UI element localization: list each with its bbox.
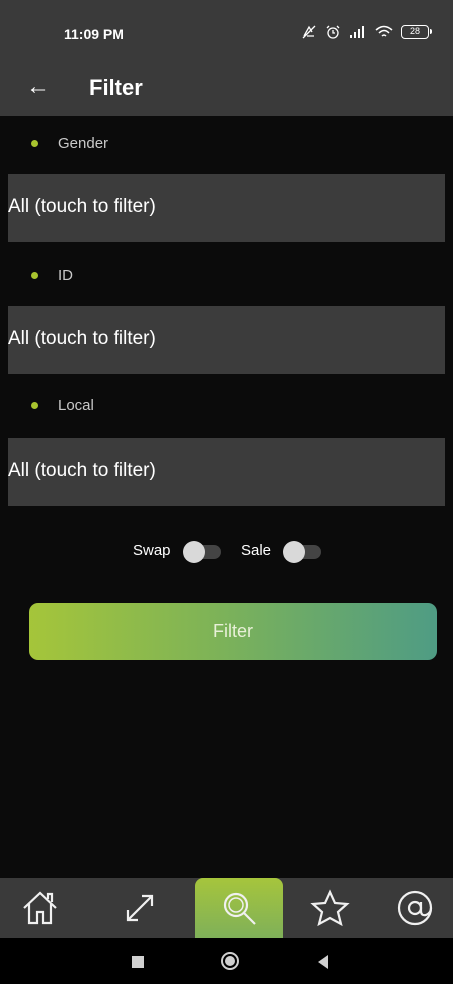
back-button[interactable] (318, 955, 328, 969)
sale-toggle-label: Sale (241, 542, 272, 559)
status-icons: 28 (301, 24, 432, 40)
gender-filter-field[interactable]: All (touch to filter) (8, 174, 445, 242)
nav-favorites[interactable] (290, 878, 370, 938)
swap-toggle-label: Swap (133, 542, 171, 559)
app-bar: ← Filter (0, 64, 453, 116)
page-title: Filter (89, 75, 143, 100)
wifi-icon (375, 25, 393, 37)
home-icon (23, 891, 57, 925)
search-icon (223, 892, 256, 925)
home-button[interactable] (221, 952, 239, 970)
battery-level: 28 (409, 26, 420, 36)
toggle-row: Swap Sale (0, 536, 453, 566)
battery-icon: 28 (401, 25, 432, 39)
toggle-knob (183, 541, 205, 563)
alarm-icon (326, 25, 340, 39)
status-bar: 11:09 PM 28 (0, 0, 453, 64)
recents-button[interactable] (132, 956, 144, 968)
bullet-dot (31, 272, 38, 279)
expand-arrows-icon (126, 894, 154, 922)
nav-home[interactable] (0, 878, 80, 938)
gender-filter-value: All (touch to filter) (8, 196, 156, 217)
back-arrow-icon[interactable]: ← (26, 73, 50, 101)
nav-expand[interactable] (100, 878, 180, 938)
filter-label-text: Local (58, 397, 94, 414)
toggle-knob (283, 541, 305, 563)
id-filter-value: All (touch to filter) (8, 328, 156, 349)
signal-icon (350, 26, 364, 38)
system-nav-bar (0, 938, 453, 984)
filter-label-text: Gender (58, 135, 109, 152)
filter-label-text: ID (58, 267, 73, 284)
nav-search[interactable] (195, 878, 283, 938)
filter-label-gender: Gender (0, 116, 453, 172)
sale-toggle[interactable] (283, 541, 321, 563)
bullet-dot (31, 140, 38, 147)
at-sign-icon (397, 890, 433, 926)
filter-button[interactable]: Filter (29, 603, 437, 660)
local-filter-field[interactable]: All (touch to filter) (8, 438, 445, 506)
local-filter-value: All (touch to filter) (8, 460, 156, 481)
bullet-dot (31, 402, 38, 409)
filter-label-local: Local (0, 378, 453, 434)
swap-toggle[interactable] (183, 541, 221, 563)
filter-label-id: ID (0, 248, 453, 304)
star-icon (310, 889, 350, 927)
nav-contact[interactable] (375, 878, 453, 938)
status-time: 11:09 PM (64, 26, 124, 42)
mute-icon (302, 25, 316, 39)
bottom-nav (0, 878, 453, 938)
id-filter-field[interactable]: All (touch to filter) (8, 306, 445, 374)
